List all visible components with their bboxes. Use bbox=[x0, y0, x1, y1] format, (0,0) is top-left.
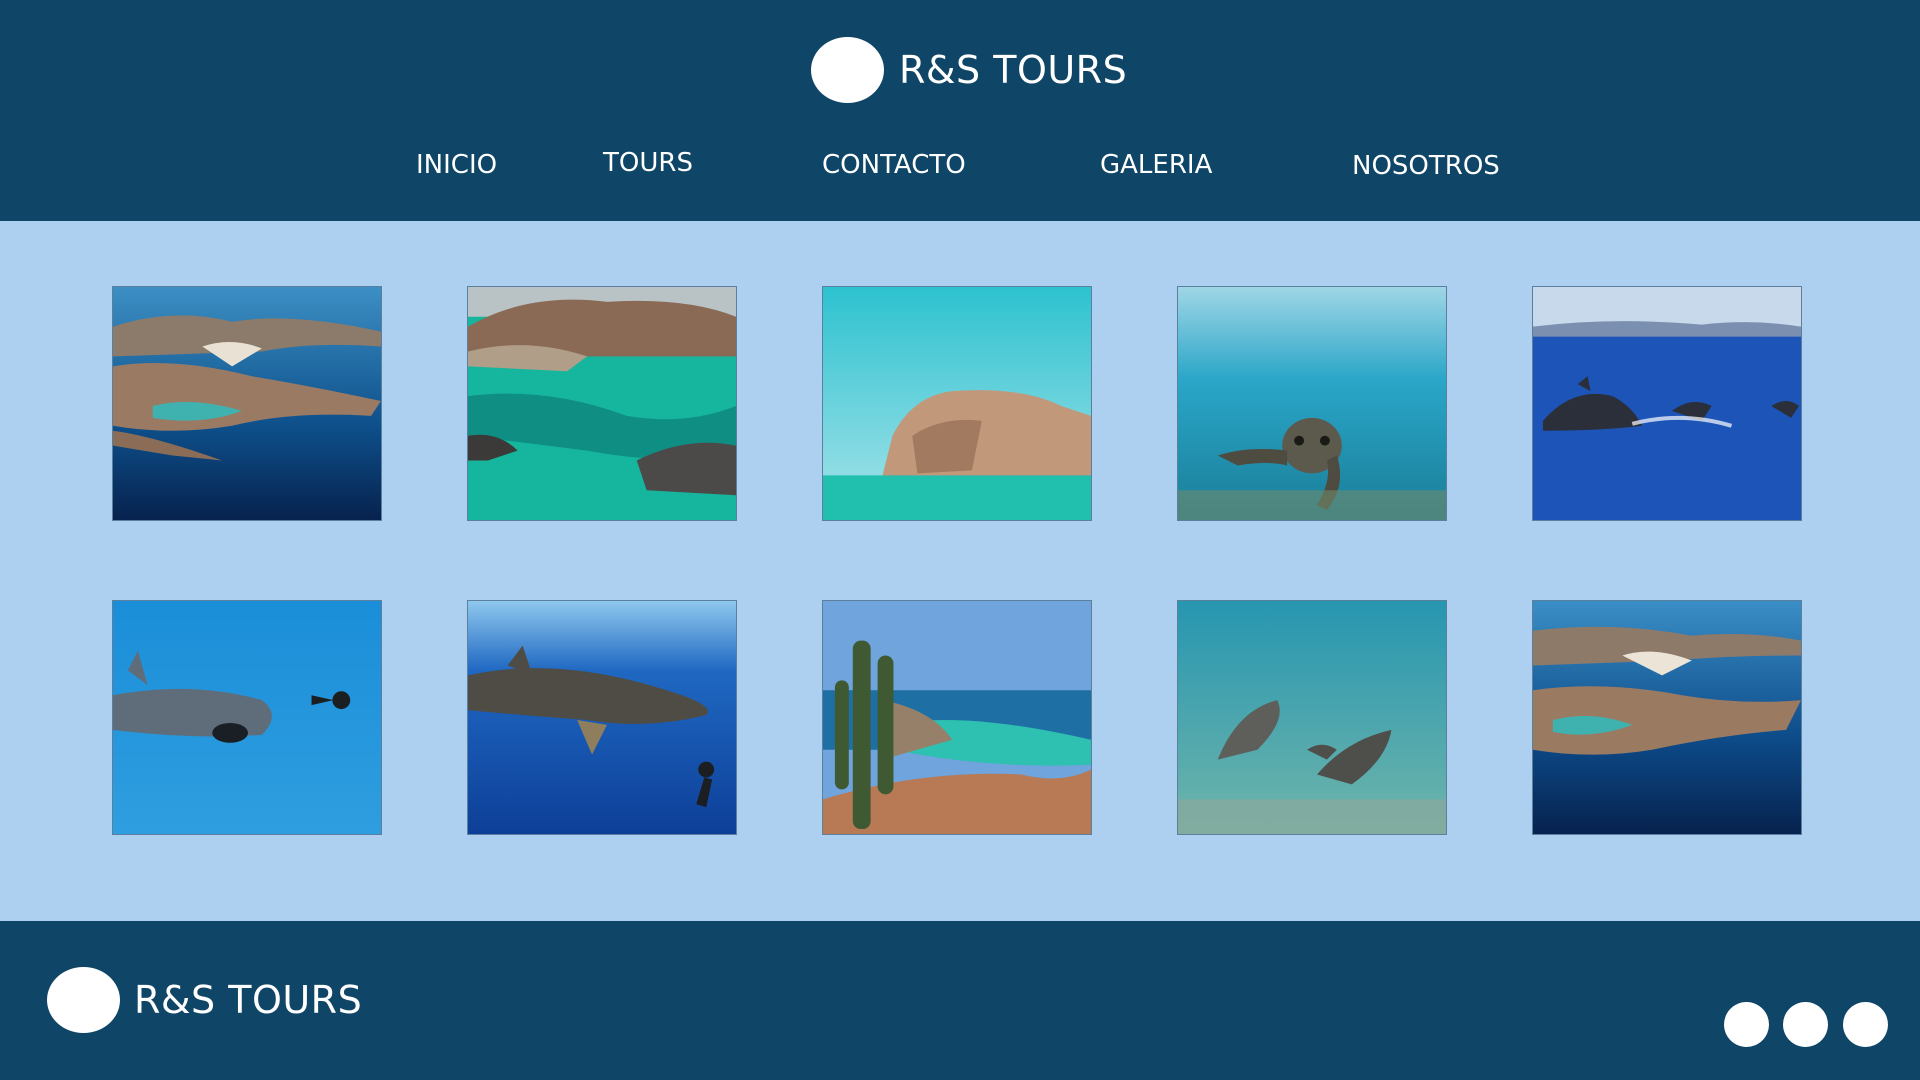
gallery-photo-whale-shark-diver[interactable] bbox=[467, 600, 737, 835]
bay-aerial-image bbox=[113, 287, 381, 520]
lagoon-image bbox=[468, 287, 736, 520]
beach-aerial-image bbox=[1533, 601, 1801, 834]
footer-brand-name: R&S TOURS bbox=[134, 978, 363, 1022]
dolphins-image bbox=[1533, 287, 1801, 520]
header: R&S TOURS INICIO TOURS CONTACTO GALERIA … bbox=[0, 0, 1920, 221]
gallery-photo-rock-island[interactable] bbox=[822, 286, 1092, 521]
gallery-photo-dolphins[interactable] bbox=[1532, 286, 1802, 521]
header-brand[interactable]: R&S TOURS bbox=[811, 37, 1127, 103]
sea-lions-image bbox=[1178, 601, 1446, 834]
gallery-photo-cactus-beach[interactable] bbox=[822, 600, 1092, 835]
social-icon-3[interactable] bbox=[1843, 1002, 1888, 1047]
gallery-photo-beach-aerial[interactable] bbox=[1532, 600, 1802, 835]
social-icon-2[interactable] bbox=[1783, 1002, 1828, 1047]
sea-lion-image bbox=[1178, 287, 1446, 520]
social-icon-1[interactable] bbox=[1724, 1002, 1769, 1047]
page: R&S TOURS INICIO TOURS CONTACTO GALERIA … bbox=[0, 0, 1920, 1080]
whale-shark-diver-image bbox=[468, 601, 736, 834]
gallery-photo-lagoon[interactable] bbox=[467, 286, 737, 521]
logo-icon bbox=[811, 37, 884, 103]
nav-item-nosotros[interactable]: NOSOTROS bbox=[1352, 151, 1500, 181]
footer-logo-icon bbox=[47, 967, 120, 1033]
nav-item-contacto[interactable]: CONTACTO bbox=[822, 150, 966, 180]
nav-item-tours[interactable]: TOURS bbox=[603, 148, 693, 178]
footer: R&S TOURS bbox=[0, 921, 1920, 1080]
gallery-photo-whale-shark[interactable] bbox=[112, 600, 382, 835]
brand-name: R&S TOURS bbox=[899, 48, 1128, 92]
whale-shark-image bbox=[113, 601, 381, 834]
cactus-beach-image bbox=[823, 601, 1091, 834]
nav-item-galeria[interactable]: GALERIA bbox=[1100, 150, 1212, 180]
gallery-photo-sea-lion[interactable] bbox=[1177, 286, 1447, 521]
footer-brand[interactable]: R&S TOURS bbox=[47, 967, 362, 1033]
gallery-photo-bay-aerial[interactable] bbox=[112, 286, 382, 521]
gallery-photo-sea-lions[interactable] bbox=[1177, 600, 1447, 835]
rock-island-image bbox=[823, 287, 1091, 520]
nav-item-inicio[interactable]: INICIO bbox=[416, 150, 497, 180]
